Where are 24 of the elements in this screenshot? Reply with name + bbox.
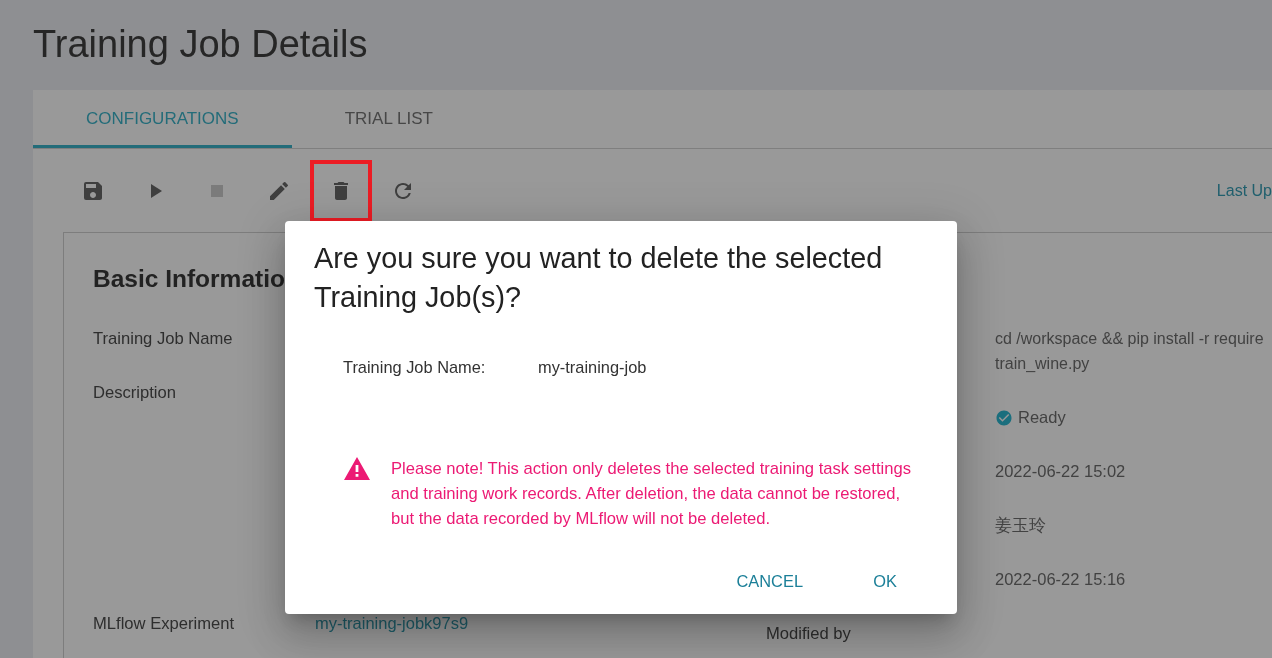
warning-icon	[344, 457, 370, 480]
dialog-button[interactable]: CANCEL	[720, 563, 819, 599]
experiment-link[interactable]: my-training-jobk97s9	[315, 611, 469, 636]
dialog-title: Are you sure you want to delete the selected Training Job(s)?	[314, 241, 884, 315]
field-label: Description	[93, 382, 176, 404]
field-value: 姜玉玲	[995, 515, 1046, 536]
field-label: Modified by	[766, 623, 851, 645]
field-label: MLflow Experiment	[93, 613, 235, 635]
section-title: Basic Informatio	[93, 265, 285, 293]
field-value: 2022-06-22 15:16	[995, 569, 1126, 590]
status-value: Ready	[1018, 407, 1066, 428]
tab[interactable]: CONFIGURATIONS	[33, 90, 292, 148]
page-title: Training Job Details	[33, 22, 368, 66]
save-icon	[81, 179, 105, 203]
warning-text: Please note! This action only deletes the selected training task settings and training work records. After deletion, the data cannot be restored, but the data recorded by MLflow will not be deleted.	[391, 458, 911, 530]
field-value: 2022-06-22 15:02	[995, 461, 1126, 482]
last-updated-text: Last Up	[1216, 182, 1272, 200]
dialog-field-value: my-training-job	[538, 358, 647, 376]
dialog-field-label: Training Job Name:	[343, 358, 487, 376]
field-label: Training Job Name	[93, 328, 233, 350]
tab[interactable]: TRIAL LIST	[291, 90, 486, 148]
dialog-button[interactable]: OK	[853, 563, 917, 599]
pencil-icon	[267, 179, 291, 203]
command-value: cd /workspace && pip install -r require train_wine.py	[995, 329, 1264, 374]
